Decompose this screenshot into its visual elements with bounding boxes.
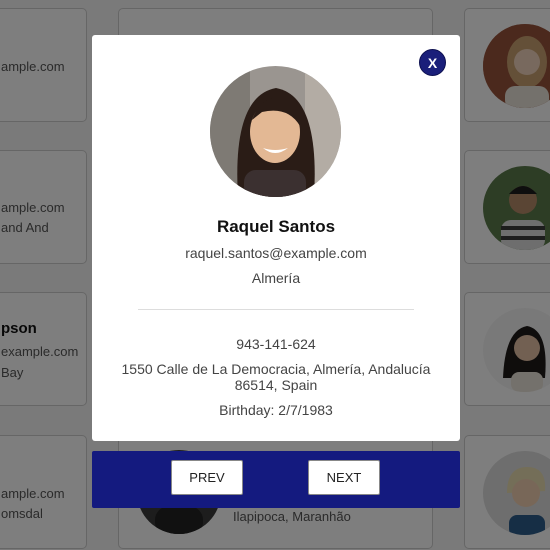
- employee-modal: X Raquel Santos raquel.santos@example.co…: [92, 35, 460, 441]
- employee-email: raquel.santos@example.com: [185, 245, 367, 261]
- divider: [138, 309, 414, 310]
- employee-birthday: Birthday: 2/7/1983: [219, 402, 333, 418]
- employee-city: Almería: [251, 270, 301, 286]
- employee-phone: 943-141-624: [236, 336, 316, 352]
- avatar: [210, 66, 341, 197]
- prev-button[interactable]: PREV: [171, 460, 243, 495]
- close-button[interactable]: X: [419, 49, 446, 76]
- modal-navigation: PREV NEXT: [92, 451, 460, 508]
- employee-address: 1550 Calle de La Democracia, Almería, An…: [121, 361, 431, 393]
- employee-name: Raquel Santos: [216, 217, 336, 236]
- next-button[interactable]: NEXT: [308, 460, 380, 495]
